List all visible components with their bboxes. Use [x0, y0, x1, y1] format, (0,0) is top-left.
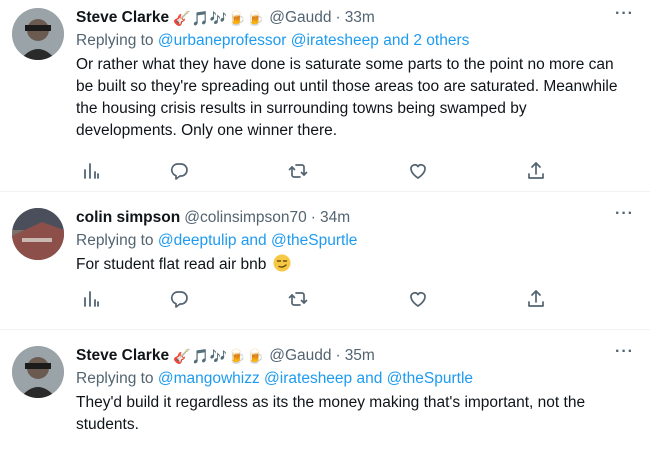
replying-mentions[interactable]: @mangowhizz @iratesheep and @theSpurtle — [158, 370, 473, 387]
user-handle[interactable]: @Gaudd — [269, 346, 331, 366]
replying-mentions[interactable]: @urbaneprofessor @iratesheep and 2 other… — [158, 32, 470, 49]
name-emoji: 🎸🎵🎶🍺🍺 — [173, 348, 266, 364]
avatar[interactable] — [12, 208, 64, 260]
views-icon[interactable] — [80, 288, 102, 310]
replying-prefix: Replying to — [76, 232, 158, 249]
timestamp[interactable]: 35m — [345, 346, 375, 366]
reply-icon[interactable] — [168, 288, 190, 310]
display-name[interactable]: Steve Clarke — [76, 346, 169, 366]
smirk-emoji-icon — [273, 254, 291, 272]
action-bar — [76, 160, 556, 184]
like-icon[interactable] — [407, 288, 429, 310]
tweet-header: Steve Clarke 🎸🎵🎶🍺🍺 @Gaudd · 33m — [76, 8, 620, 28]
tweet[interactable]: ··· Steve Clarke 🎸🎵🎶🍺🍺 @Gaudd · 33m Repl… — [0, 0, 650, 192]
separator-dot: · — [310, 209, 316, 226]
tweet-text: They'd build it regardless as its the mo… — [76, 394, 586, 433]
tweet-text: Or rather what they have done is saturat… — [76, 56, 618, 139]
tweet-text-wrapper: For student flat read air bnb — [76, 254, 620, 276]
share-icon[interactable] — [525, 160, 547, 182]
tweet[interactable]: ··· colin simpson @colinsimpson70 · 34m … — [0, 192, 650, 330]
tweet-header: colin simpson @colinsimpson70 · 34m — [76, 208, 620, 228]
user-handle[interactable]: @colinsimpson70 — [184, 208, 307, 228]
name-emoji: 🎸🎵🎶🍺🍺 — [173, 10, 266, 26]
display-name[interactable]: Steve Clarke — [76, 8, 169, 28]
avatar[interactable] — [12, 346, 64, 398]
tweet[interactable]: ··· Steve Clarke 🎸🎵🎶🍺🍺 @Gaudd · 35m Repl… — [0, 330, 650, 453]
replying-prefix: Replying to — [76, 32, 158, 49]
timestamp[interactable]: 34m — [320, 208, 350, 228]
timestamp[interactable]: 33m — [345, 8, 375, 28]
replying-prefix: Replying to — [76, 370, 158, 387]
replying-mentions[interactable]: @deeptulip and @theSpurtle — [158, 232, 358, 249]
replying-to: Replying to @mangowhizz @iratesheep and … — [76, 368, 620, 390]
share-icon[interactable] — [525, 288, 547, 310]
user-handle[interactable]: @Gaudd — [269, 8, 331, 28]
replying-to: Replying to @deeptulip and @theSpurtle — [76, 230, 620, 252]
reply-icon[interactable] — [168, 160, 190, 182]
replying-to: Replying to @urbaneprofessor @iratesheep… — [76, 30, 620, 52]
views-icon[interactable] — [80, 160, 102, 182]
like-icon[interactable] — [407, 160, 429, 182]
display-name[interactable]: colin simpson — [76, 208, 180, 228]
action-bar — [76, 288, 556, 312]
avatar[interactable] — [12, 8, 64, 60]
separator-dot: · — [335, 9, 341, 26]
tweet-text: For student flat read air bnb — [76, 256, 267, 273]
retweet-icon[interactable] — [287, 160, 309, 182]
tweet-header: Steve Clarke 🎸🎵🎶🍺🍺 @Gaudd · 35m — [76, 346, 620, 366]
retweet-icon[interactable] — [287, 288, 309, 310]
separator-dot: · — [335, 347, 341, 364]
